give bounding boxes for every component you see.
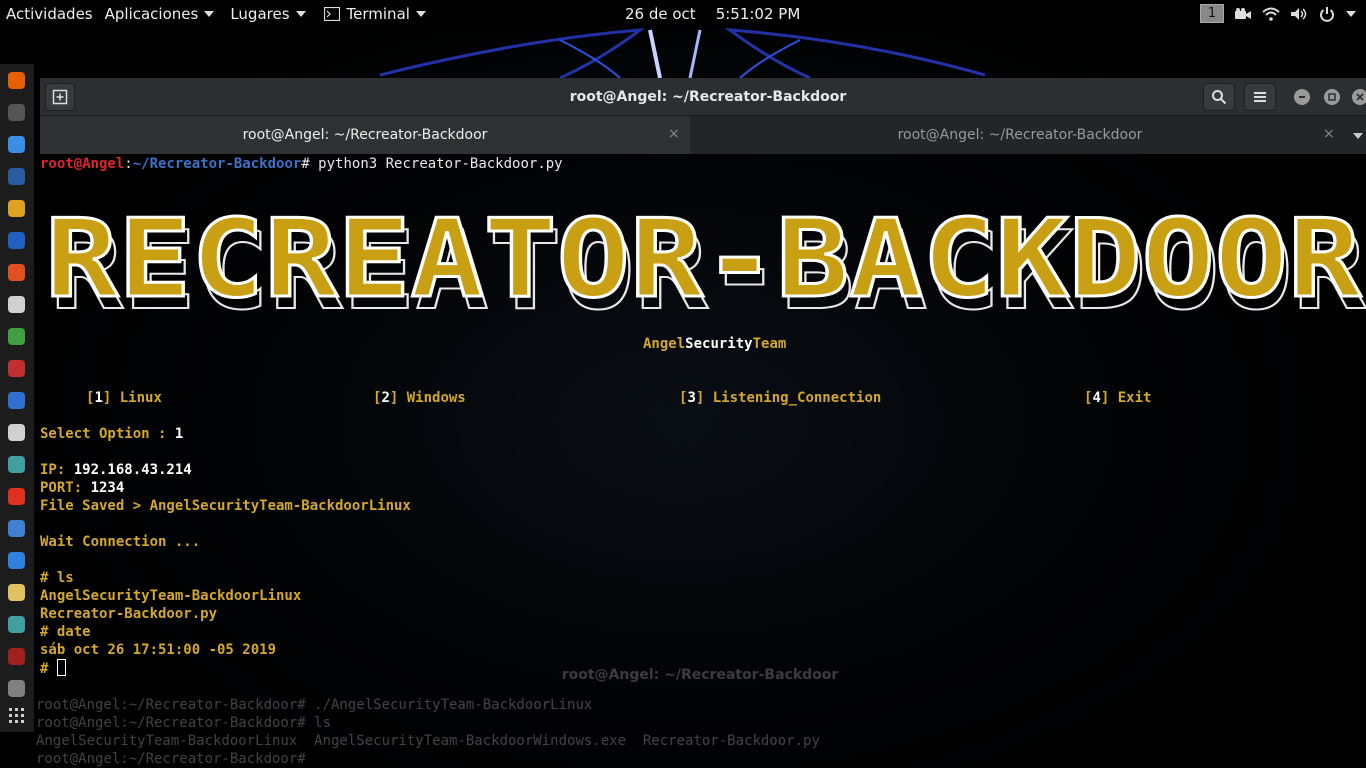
- background-window-title: root@Angel: ~/Recreator-Backdoor: [561, 667, 839, 683]
- hamburger-icon: [1254, 92, 1266, 102]
- ls-command: # ls: [40, 570, 74, 586]
- top-panel: Actividades Aplicaciones Lugares Termina…: [0, 0, 1366, 27]
- prompt-line: root@Angel:~/Recreator-Backdoor# python3…: [40, 155, 563, 173]
- command-text: python3 Recreator-Backdoor.py: [309, 156, 563, 172]
- applications-label: Aplicaciones: [104, 4, 199, 23]
- text-editor-icon[interactable]: [8, 552, 25, 569]
- applications-menu[interactable]: Aplicaciones: [105, 0, 215, 27]
- wait-connection-line: Wait Connection ...: [40, 534, 201, 550]
- search-icon: [1212, 90, 1227, 105]
- tab-close-icon[interactable]: ×: [668, 126, 680, 142]
- chevron-down-icon[interactable]: [1346, 10, 1356, 17]
- terminal-menu-label: Terminal: [346, 4, 410, 23]
- clock-time: 5:51:02 PM: [715, 4, 801, 23]
- app-icon[interactable]: [8, 328, 25, 345]
- app-icon[interactable]: [8, 488, 25, 505]
- background-line-3: AngelSecurityTeam-BackdoorLinux AngelSec…: [36, 733, 820, 749]
- terminal-icon: [323, 6, 340, 21]
- ls-output-1: AngelSecurityTeam-BackdoorLinux: [40, 588, 302, 604]
- team-name: AngelSecurityTeam: [643, 336, 787, 352]
- app-icon[interactable]: [8, 424, 25, 441]
- app-icon[interactable]: [8, 392, 25, 409]
- minimize-button[interactable]: [1294, 89, 1310, 105]
- app-icon[interactable]: [8, 264, 25, 281]
- title-bar[interactable]: root@Angel: ~/Recreator-Backdoor: [40, 78, 1366, 116]
- app-icon[interactable]: [8, 680, 25, 697]
- prompt-path: ~/Recreator-Backdoor: [132, 156, 302, 172]
- file-saved-line: File Saved > AngelSecurityTeam-BackdoorL…: [40, 498, 411, 514]
- activities-label: Actividades: [6, 4, 93, 23]
- chevron-down-icon: [295, 10, 306, 17]
- app-icon[interactable]: [8, 360, 25, 377]
- tabs-dropdown-icon[interactable]: [1353, 133, 1363, 139]
- close-icon: [1356, 93, 1364, 101]
- app-icon[interactable]: [8, 520, 25, 537]
- firefox-icon[interactable]: [8, 72, 25, 89]
- places-label: Lugares: [230, 4, 290, 23]
- app-icon[interactable]: [8, 296, 25, 313]
- menu-option-4: [4] Exit: [1084, 390, 1152, 406]
- menu-option-1: [1] Linux: [86, 390, 162, 406]
- tab-bar: root@Angel: ~/Recreator-Backdoor × root@…: [40, 116, 1366, 154]
- files-icon[interactable]: [8, 136, 25, 153]
- app-icon[interactable]: [8, 648, 25, 665]
- volume-icon[interactable]: [1290, 5, 1308, 23]
- app-icon[interactable]: [8, 584, 25, 601]
- tab-2[interactable]: root@Angel: ~/Recreator-Backdoor: [691, 116, 1349, 154]
- ascii-banner: RECREATOR-BACKDOOR RECREATOR-BACKDOOR: [44, 202, 1366, 312]
- prompt-hash: #: [301, 156, 310, 172]
- select-option-line: Select Option : 1: [40, 426, 184, 442]
- date-output: sáb oct 26 17:51:00 -05 2019: [40, 642, 277, 658]
- menu-button[interactable]: [1244, 83, 1276, 111]
- burpsuite-icon[interactable]: [8, 200, 25, 217]
- app-icon[interactable]: [8, 456, 25, 473]
- show-apps-icon[interactable]: [8, 707, 25, 724]
- banner-fill: RECREATOR-BACKDOOR: [45, 202, 1362, 312]
- terminal-app-menu[interactable]: Terminal: [323, 0, 426, 27]
- menu-option-3: [3] Listening_Connection: [679, 390, 882, 406]
- chevron-down-icon: [204, 10, 215, 17]
- workspace-indicator[interactable]: 1: [1200, 4, 1224, 23]
- tab-1[interactable]: root@Angel: ~/Recreator-Backdoor: [40, 116, 690, 154]
- menu-option-2: [2] Windows: [373, 390, 466, 406]
- system-tray: 1: [1200, 0, 1366, 27]
- maximize-icon: [1328, 93, 1336, 101]
- power-icon[interactable]: [1318, 5, 1336, 23]
- clock-date: 26 de oct: [625, 4, 696, 23]
- ip-line: IP: 192.168.43.214: [40, 462, 192, 478]
- camera-icon[interactable]: [1234, 5, 1252, 23]
- prompt-user: root@Angel: [40, 156, 125, 172]
- metasploit-icon[interactable]: [8, 168, 25, 185]
- app-icon[interactable]: [8, 616, 25, 633]
- wifi-icon[interactable]: [1262, 5, 1280, 23]
- port-line: PORT: 1234: [40, 480, 125, 496]
- window-title: root@Angel: ~/Recreator-Backdoor: [569, 89, 847, 105]
- places-menu[interactable]: Lugares: [230, 0, 306, 27]
- tab-label: root@Angel: ~/Recreator-Backdoor: [242, 127, 488, 143]
- dock: [0, 64, 34, 732]
- prompt-sep: :: [124, 156, 133, 172]
- background-line-1: root@Angel:~/Recreator-Backdoor# ./Angel…: [36, 697, 593, 713]
- terminal-icon[interactable]: [8, 104, 25, 121]
- maximize-button[interactable]: [1324, 89, 1340, 105]
- clock[interactable]: 26 de oct 5:51:02 PM: [625, 0, 800, 27]
- background-terminal-window: root@Angel: ~/Recreator-Backdoor root@An…: [34, 658, 1366, 768]
- activities-button[interactable]: Actividades: [6, 0, 93, 27]
- minimize-icon: [1299, 96, 1305, 98]
- tab-close-icon[interactable]: ×: [1323, 126, 1335, 142]
- ls-output-2: Recreator-Backdoor.py: [40, 606, 218, 622]
- search-button[interactable]: [1203, 83, 1235, 111]
- tab-label: root@Angel: ~/Recreator-Backdoor: [897, 127, 1143, 143]
- close-window-button[interactable]: [1352, 89, 1366, 105]
- background-line-4: root@Angel:~/Recreator-Backdoor#: [36, 751, 315, 767]
- background-line-2: root@Angel:~/Recreator-Backdoor# ls: [36, 715, 332, 731]
- armitage-icon[interactable]: [8, 232, 25, 249]
- chevron-down-icon: [415, 10, 426, 17]
- date-command: # date: [40, 624, 91, 640]
